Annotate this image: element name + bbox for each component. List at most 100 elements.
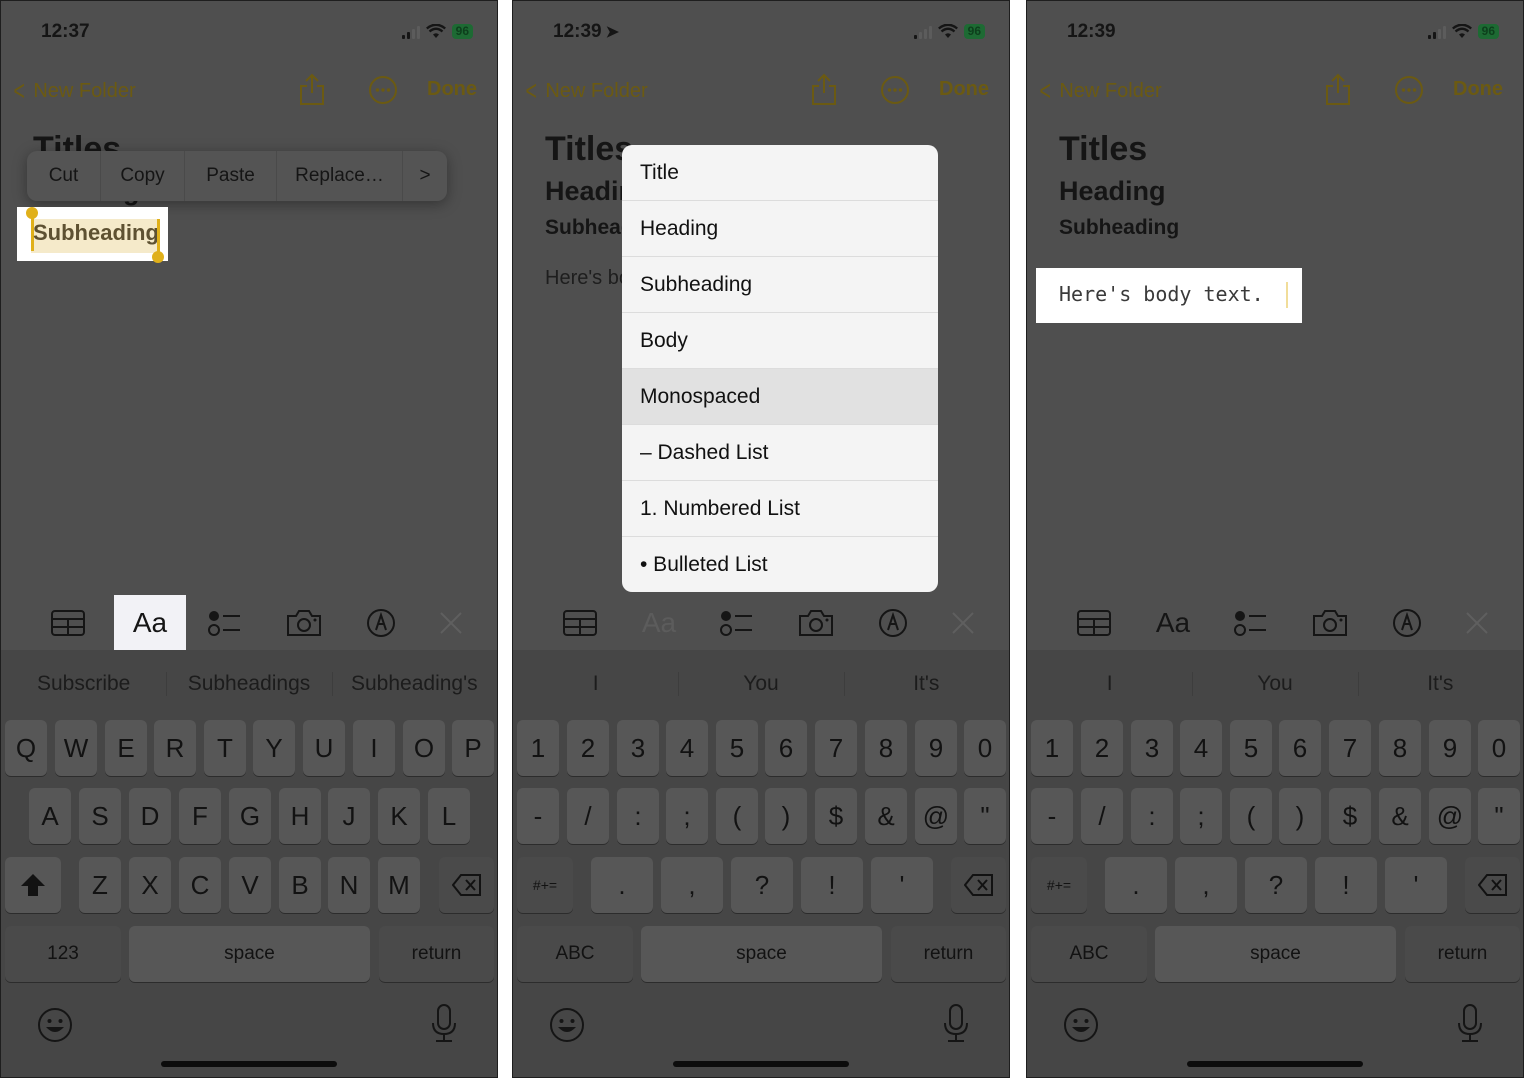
space-key[interactable]: space [641,926,882,982]
space-key[interactable]: space [129,926,370,982]
done-button[interactable]: Done [1453,78,1503,101]
key[interactable]: S [79,788,121,844]
checklist-button[interactable] [1215,595,1287,650]
copy-button[interactable]: Copy [101,151,185,201]
delete-key[interactable] [439,857,494,913]
cut-button[interactable]: Cut [27,151,101,201]
key[interactable]: X [129,857,171,913]
done-button[interactable]: Done [939,78,989,101]
key[interactable]: ; [1180,788,1222,844]
share-icon[interactable] [1323,73,1353,107]
key[interactable]: ' [1385,857,1447,913]
style-option-bulleted-list[interactable]: • Bulleted List [622,537,938,592]
key[interactable]: E [105,720,147,776]
key[interactable]: M [378,857,420,913]
microphone-icon[interactable] [431,1003,457,1043]
suggestion[interactable]: I [1027,662,1192,706]
key[interactable]: 2 [1081,720,1123,776]
key[interactable]: ) [765,788,807,844]
key[interactable]: J [328,788,370,844]
key[interactable]: 8 [865,720,907,776]
camera-button[interactable] [268,595,340,650]
key[interactable]: 5 [716,720,758,776]
key[interactable]: ? [731,857,793,913]
shift-key[interactable] [5,857,61,913]
delete-key[interactable] [951,857,1006,913]
more-menu-arrow[interactable]: > [403,151,447,201]
key[interactable]: . [1105,857,1167,913]
key[interactable]: $ [815,788,857,844]
key[interactable]: L [428,788,470,844]
return-key[interactable]: return [891,926,1006,982]
markup-button[interactable] [1371,595,1443,650]
close-toolbar-button[interactable] [927,595,999,650]
table-button[interactable] [32,595,104,650]
key[interactable]: 1 [517,720,559,776]
key[interactable]: O [403,720,445,776]
key[interactable]: 6 [765,720,807,776]
selection-start-knob[interactable] [26,207,38,219]
selection-end-knob[interactable] [152,251,164,263]
numbers-key[interactable]: 123 [5,926,121,982]
key[interactable]: $ [1329,788,1371,844]
share-icon[interactable] [809,73,839,107]
table-button[interactable] [1058,595,1130,650]
space-key[interactable]: space [1155,926,1396,982]
more-options-icon[interactable] [1394,75,1424,105]
emoji-icon[interactable] [1063,1007,1099,1043]
home-indicator[interactable] [161,1061,337,1067]
key[interactable]: . [591,857,653,913]
symbols-key[interactable]: #+= [1031,857,1087,913]
suggestion[interactable]: Subscribe [1,662,166,706]
key[interactable]: @ [1429,788,1471,844]
style-option-title[interactable]: Title [622,145,938,201]
suggestion[interactable]: I [513,662,678,706]
suggestion[interactable]: You [678,662,843,706]
key[interactable]: T [204,720,246,776]
key[interactable]: ; [666,788,708,844]
key[interactable]: - [1031,788,1073,844]
checklist-button[interactable] [189,595,261,650]
microphone-icon[interactable] [1457,1003,1483,1043]
back-button[interactable]: < New Folder [1037,75,1161,107]
key[interactable]: Z [79,857,121,913]
key[interactable]: I [353,720,395,776]
key[interactable]: ! [801,857,863,913]
key[interactable]: ' [871,857,933,913]
key[interactable]: 9 [1429,720,1471,776]
style-option-subheading[interactable]: Subheading [622,257,938,313]
key[interactable]: " [1478,788,1520,844]
suggestion[interactable]: It's [1357,662,1523,706]
key[interactable]: Y [253,720,295,776]
key[interactable]: D [129,788,171,844]
key[interactable]: , [1175,857,1237,913]
return-key[interactable]: return [379,926,494,982]
done-button[interactable]: Done [427,78,477,101]
key[interactable]: Q [5,720,47,776]
key[interactable]: 4 [1180,720,1222,776]
key[interactable]: F [179,788,221,844]
key[interactable]: H [279,788,321,844]
suggestion[interactable]: Subheadings [166,662,331,706]
paste-button[interactable]: Paste [185,151,277,201]
note-content[interactable]: Titles Heading Subheading [1059,129,1503,243]
more-options-icon[interactable] [880,75,910,105]
key[interactable]: W [55,720,97,776]
home-indicator[interactable] [1187,1061,1363,1067]
key[interactable]: C [179,857,221,913]
monospaced-body-highlight[interactable]: Here's body text. [1036,268,1302,323]
symbols-key[interactable]: #+= [517,857,573,913]
text-format-button[interactable]: Aa [1137,595,1209,650]
close-toolbar-button[interactable] [1441,595,1513,650]
note-body-monospaced[interactable]: Here's body text. [1059,282,1264,306]
checklist-button[interactable] [701,595,773,650]
key[interactable]: ( [716,788,758,844]
note-heading[interactable]: Heading [1059,173,1503,209]
text-format-button[interactable]: Aa [623,595,695,650]
key[interactable]: 7 [815,720,857,776]
key[interactable]: - [517,788,559,844]
emoji-icon[interactable] [549,1007,585,1043]
key[interactable]: N [328,857,370,913]
selected-text-highlight[interactable]: Subheading [17,207,168,263]
key[interactable]: ( [1230,788,1272,844]
